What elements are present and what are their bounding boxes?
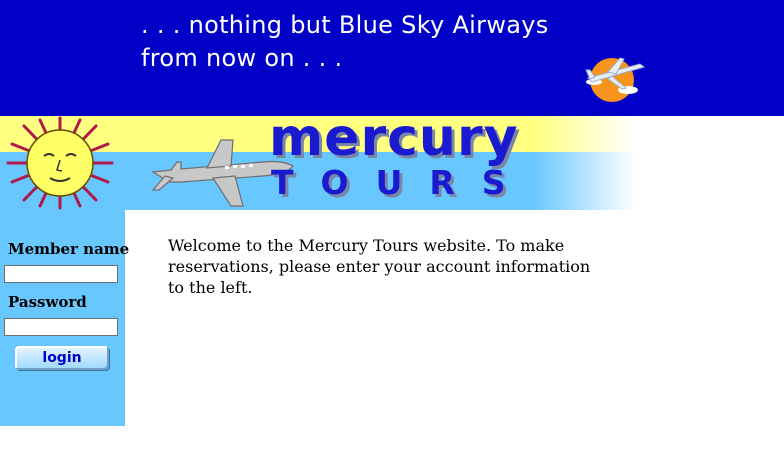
password-label: Password: [8, 293, 87, 311]
login-button[interactable]: login: [15, 346, 109, 370]
password-input[interactable]: [4, 318, 118, 336]
member-name-label: Member name: [8, 240, 130, 258]
mercury-tours-banner: mercury TOURS: [125, 108, 635, 210]
airplane-sun-icon: [585, 57, 646, 102]
header-tagline: . . . nothing but Blue Sky Airways from …: [141, 9, 581, 75]
tagline-line-2: from now on . . .: [141, 44, 343, 72]
logo-title: mercury: [269, 108, 519, 168]
logo-subtitle: TOURS: [271, 163, 533, 202]
header-bar: . . . nothing but Blue Sky Airways from …: [0, 0, 784, 116]
sun-face-icon: [6, 116, 114, 210]
tagline-line-1: . . . nothing but Blue Sky Airways: [141, 11, 549, 39]
member-name-input[interactable]: [4, 265, 118, 283]
welcome-message: Welcome to the Mercury Tours website. To…: [168, 236, 591, 297]
sun-logo-box: [0, 116, 125, 210]
